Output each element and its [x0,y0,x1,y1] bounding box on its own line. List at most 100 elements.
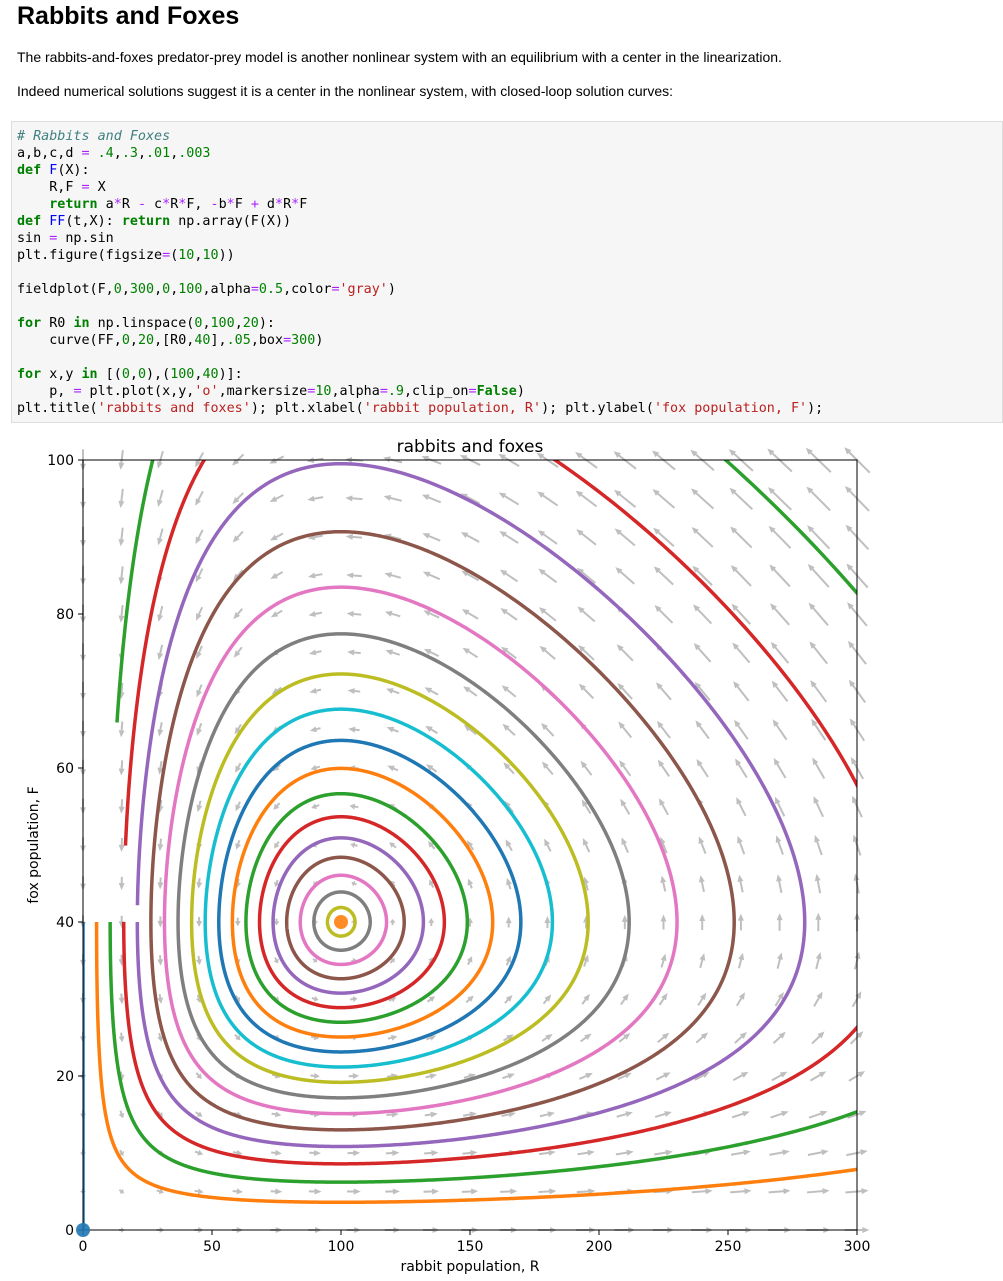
code-token: ,clip_on [404,384,469,399]
field-arrow [504,994,513,1004]
code-token: ], [210,333,227,348]
field-arrow [501,685,517,698]
field-arrow [466,956,473,966]
field-arrow [806,1188,830,1195]
field-arrow [699,914,706,930]
field-arrow [269,494,284,503]
code-token: ); plt.xlabel( [250,401,364,416]
field-arrow [350,996,358,1003]
field-arrow [658,798,669,816]
field-arrow [157,605,164,622]
field-arrow [462,647,479,659]
field-arrow [691,488,715,510]
equilibrium-point [76,1223,90,1237]
trajectory-curve [203,707,555,1069]
field-arrow [498,492,520,506]
code-token: ,alpha [202,282,251,297]
field-arrow [541,722,555,737]
code-token: 20 [137,333,155,348]
field-arrow [621,837,629,853]
field-arrow [118,721,125,738]
field-arrow [653,566,674,586]
field-arrow [196,800,203,813]
field-arrow [386,688,400,695]
field-arrow [577,1149,595,1156]
field-arrow [383,495,402,502]
field-arrow [505,955,512,966]
y-axis-label: fox population, F [26,786,42,903]
field-arrow [422,533,441,542]
field-arrow [657,1032,670,1044]
code-token: R [121,197,138,212]
field-arrow [730,1149,751,1156]
field-arrow [770,603,790,626]
x-axis-label: rabbit population, R [400,1259,539,1275]
field-arrow [537,530,558,545]
field-arrow [347,1188,361,1195]
code-token: * [291,197,300,212]
field-arrow [809,1071,827,1082]
code-token: return [49,197,98,212]
field-arrow [274,840,280,849]
code-token: 0 [162,282,171,297]
field-arrow [385,1188,400,1195]
field-arrow [776,874,783,893]
field-arrow [770,1110,789,1119]
field-arrow [195,529,204,545]
field-arrow [461,609,479,620]
code-token: plt.figure(figsize [17,248,163,263]
field-arrow [615,567,635,585]
code-token: c [146,197,163,212]
field-arrow [807,525,831,550]
field-arrow [347,688,361,695]
field-arrow [384,610,401,618]
field-arrow [345,495,363,502]
field-arrow [732,1071,749,1081]
field-arrow [422,571,441,581]
field-arrow [308,1188,322,1195]
field-arrow [345,533,363,540]
field-arrow [775,835,784,855]
field-arrow [808,1110,828,1119]
code-token: .3 [121,146,138,161]
field-arrow [698,875,705,893]
code-token: FF [49,214,66,229]
field-arrow [273,802,281,810]
code-token: (t,X): [65,214,122,229]
field-arrow [769,1149,790,1156]
field-arrow [506,877,512,890]
field-arrow [576,529,597,546]
field-arrow [734,719,749,740]
field-arrow [195,1072,202,1080]
code-token: , [113,146,122,161]
field-arrow [232,1188,243,1195]
code-token: = [379,384,388,399]
field-arrow [426,996,436,1003]
field-arrow [233,608,244,620]
field-arrow [654,1149,673,1156]
field-arrow [235,840,241,850]
field-arrow [768,525,792,549]
field-arrow [615,1149,634,1156]
code-token: , [202,316,211,331]
field-arrow [502,723,516,736]
code-token: 'fox population, F' [653,401,808,416]
code-cell[interactable]: # Rabbits and Foxes a,b,c,d = .4,.3,.01,.… [11,121,1003,423]
field-arrow [157,489,164,508]
code-token: = [468,384,477,399]
code-token: 100 [178,282,203,297]
code-token: F [234,197,251,212]
code-token: for [17,316,42,331]
code-token: = [81,146,90,161]
field-arrow [308,649,322,656]
field-arrow [542,994,552,1005]
field-arrow [308,611,323,617]
field-arrow [660,914,667,930]
field-arrow [428,918,435,926]
field-arrow [351,880,357,887]
field-arrow [348,726,360,733]
field-arrow [118,993,125,1005]
field-arrow [730,526,753,549]
